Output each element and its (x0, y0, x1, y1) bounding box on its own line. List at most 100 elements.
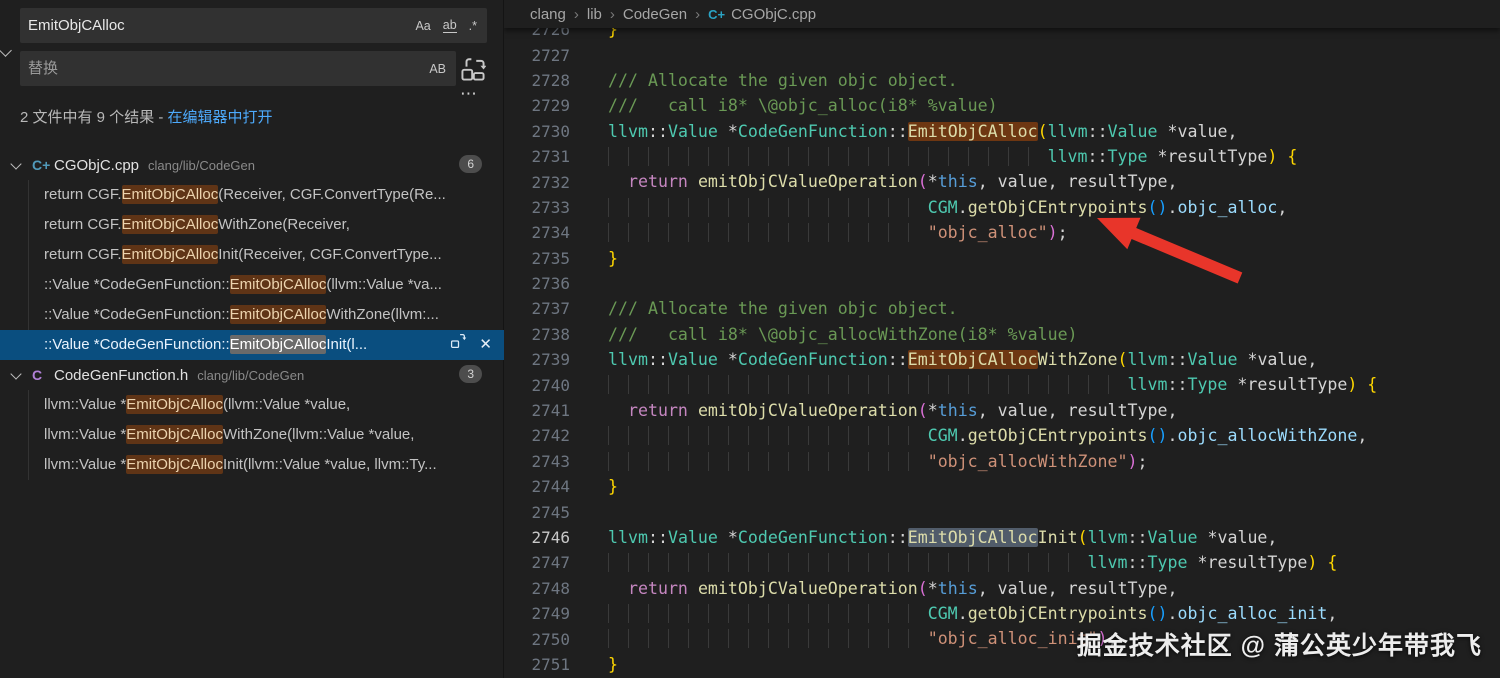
code-token: * (1227, 375, 1247, 394)
code-text[interactable]: } (608, 652, 618, 677)
line-number: 2729 (504, 96, 570, 115)
code-text[interactable]: } (608, 246, 618, 271)
code-token: ) (1048, 223, 1058, 242)
code-token: CGM (928, 426, 958, 445)
code-text[interactable]: /// call i8* \@objc_allocWithZone(i8* %v… (608, 322, 1078, 347)
code-line-2743[interactable]: 2743 "objc_allocWithZone"); (504, 449, 1500, 474)
code-token: getObjCEntrypoints (968, 198, 1148, 217)
code-text[interactable]: llvm::Value *CodeGenFunction::EmitObjCAl… (608, 525, 1277, 550)
code-text[interactable]: return emitObjCValueOperation(*this, val… (608, 576, 1178, 601)
match-case-icon[interactable]: Aa (415, 19, 430, 33)
code-token: :: (648, 528, 668, 547)
breadcrumb-item-lib[interactable]: lib (587, 6, 602, 23)
chevron-down-icon[interactable] (10, 158, 21, 169)
code-line-2739[interactable]: 2739llvm::Value *CodeGenFunction::EmitOb… (504, 347, 1500, 372)
code-text[interactable]: /// Allocate the given objc object. (608, 296, 958, 321)
code-line-2728[interactable]: 2728/// Allocate the given objc object. (504, 68, 1500, 93)
more-actions-button[interactable]: ⋯ (452, 84, 486, 106)
code-line-2745[interactable]: 2745 (504, 499, 1500, 524)
code-line-2749[interactable]: 2749 CGM.getObjCEntrypoints().objc_alloc… (504, 601, 1500, 626)
replace-all-icon[interactable] (460, 56, 488, 82)
search-results-tree: C+CGObjC.cppclang/lib/CodeGen6return CGF… (0, 150, 504, 480)
cpp-file-icon: C+ (708, 7, 725, 22)
file-row-codegenfunction-h[interactable]: CCodeGenFunction.hclang/lib/CodeGen3 (0, 360, 504, 390)
chevron-down-icon[interactable] (10, 368, 21, 379)
code-token: Type (1148, 553, 1188, 572)
code-text[interactable]: CGM.getObjCEntrypoints().objc_allocWithZ… (608, 423, 1367, 448)
code-text[interactable]: llvm::Type *resultType) { (608, 144, 1297, 169)
line-number: 2733 (504, 198, 570, 217)
code-line-2727[interactable]: 2727 (504, 42, 1500, 67)
preserve-case-icon[interactable]: AB (429, 62, 446, 76)
line-number: 2727 (504, 46, 570, 65)
code-line-2735[interactable]: 2735} (504, 246, 1500, 271)
code-token: CodeGenFunction (738, 122, 888, 141)
code-text[interactable]: "objc_alloc_init"); (608, 626, 1118, 651)
result-text: WithZone(llvm:... (326, 306, 439, 323)
code-line-2740[interactable]: 2740 llvm::Type *resultType) { (504, 372, 1500, 397)
search-panel: Aa ab .* AB ⋯ 2 文件中有 9 个结果 - 在编辑器中打开 C+C… (0, 0, 504, 678)
search-result-item[interactable]: llvm::Value *EmitObjCAllocWithZone(llvm:… (0, 420, 504, 450)
code-text[interactable]: llvm::Value *CodeGenFunction::EmitObjCAl… (608, 119, 1237, 144)
breadcrumb-file[interactable]: CGObjC.cpp (731, 6, 816, 23)
code-line-2738[interactable]: 2738/// call i8* \@objc_allocWithZone(i8… (504, 322, 1500, 347)
code-token: llvm (608, 350, 648, 369)
code-line-2730[interactable]: 2730llvm::Value *CodeGenFunction::EmitOb… (504, 119, 1500, 144)
search-result-item[interactable]: llvm::Value *EmitObjCAlloc(llvm::Value *… (0, 390, 504, 420)
code-line-2734[interactable]: 2734 "objc_alloc"); (504, 220, 1500, 245)
code-line-2747[interactable]: 2747 llvm::Type *resultType) { (504, 550, 1500, 575)
breadcrumb-item-codegen[interactable]: CodeGen (623, 6, 687, 23)
code-text[interactable]: return emitObjCValueOperation(*this, val… (608, 398, 1178, 423)
code-text[interactable]: llvm::Type *resultType) { (608, 550, 1337, 575)
code-line-2748[interactable]: 2748 return emitObjCValueOperation(*this… (504, 576, 1500, 601)
whole-word-icon[interactable]: ab (443, 18, 457, 33)
line-number: 2740 (504, 376, 570, 395)
code-text[interactable]: CGM.getObjCEntrypoints().objc_alloc, (608, 195, 1287, 220)
search-result-item[interactable]: return CGF.EmitObjCAlloc(Receiver, CGF.C… (0, 180, 504, 210)
code-line-2737[interactable]: 2737/// Allocate the given objc object. (504, 296, 1500, 321)
code-token: Value (668, 528, 718, 547)
search-result-item[interactable]: return CGF.EmitObjCAllocInit(Receiver, C… (0, 240, 504, 270)
search-result-item[interactable]: ::Value *CodeGenFunction::EmitObjCAllocI… (0, 330, 504, 360)
file-row-cgobjc-cpp[interactable]: C+CGObjC.cppclang/lib/CodeGen6 (0, 150, 504, 180)
code-text[interactable]: "objc_alloc"); (608, 220, 1068, 245)
line-number: 2747 (504, 553, 570, 572)
code-line-2731[interactable]: 2731 llvm::Type *resultType) { (504, 144, 1500, 169)
code-text[interactable]: return emitObjCValueOperation(*this, val… (608, 169, 1178, 194)
code-line-2742[interactable]: 2742 CGM.getObjCEntrypoints().objc_alloc… (504, 423, 1500, 448)
code-text[interactable]: CGM.getObjCEntrypoints().objc_alloc_init… (608, 601, 1337, 626)
replace-icon[interactable] (450, 330, 467, 360)
code-text[interactable]: /// call i8* \@objc_alloc(i8* %value) (608, 93, 998, 118)
search-result-item[interactable]: ::Value *CodeGenFunction::EmitObjCAllocW… (0, 300, 504, 330)
line-number: 2735 (504, 249, 570, 268)
breadcrumb-item-clang[interactable]: clang (530, 6, 566, 23)
code-text[interactable]: llvm::Value *CodeGenFunction::EmitObjCAl… (608, 347, 1317, 372)
code-text[interactable]: } (608, 474, 618, 499)
dismiss-icon[interactable]: ✕ (479, 330, 492, 360)
code-token: llvm (608, 122, 648, 141)
code-line-2741[interactable]: 2741 return emitObjCValueOperation(*this… (504, 398, 1500, 423)
code-token (688, 172, 698, 191)
code-line-2736[interactable]: 2736 (504, 271, 1500, 296)
code-area[interactable]: 2726}27272728/// Allocate the given objc… (504, 17, 1500, 678)
code-line-2733[interactable]: 2733 CGM.getObjCEntrypoints().objc_alloc… (504, 195, 1500, 220)
code-line-2746[interactable]: 2746llvm::Value *CodeGenFunction::EmitOb… (504, 525, 1500, 550)
search-result-item[interactable]: ::Value *CodeGenFunction::EmitObjCAlloc(… (0, 270, 504, 300)
code-token: ( (918, 579, 928, 598)
search-input[interactable] (20, 17, 409, 34)
code-text[interactable]: llvm::Type *resultType) { (608, 372, 1377, 397)
code-line-2729[interactable]: 2729 /// call i8* \@objc_alloc(i8* %value… (504, 93, 1500, 118)
editor-pane[interactable]: clang › lib › CodeGen › C+ CGObjC.cpp 27… (504, 0, 1500, 678)
search-result-item[interactable]: llvm::Value *EmitObjCAllocInit(llvm::Val… (0, 450, 504, 480)
replace-input[interactable] (20, 60, 423, 77)
code-text[interactable]: /// Allocate the given objc object. (608, 68, 958, 93)
regex-icon[interactable]: .* (469, 19, 477, 33)
code-text[interactable]: "objc_allocWithZone"); (608, 449, 1148, 474)
code-line-2732[interactable]: 2732 return emitObjCValueOperation(*this… (504, 169, 1500, 194)
code-line-2744[interactable]: 2744} (504, 474, 1500, 499)
search-result-item[interactable]: return CGF.EmitObjCAllocWithZone(Receive… (0, 210, 504, 240)
open-in-editor-link[interactable]: 在编辑器中打开 (168, 109, 273, 126)
code-token: :: (1168, 350, 1188, 369)
toggle-replace-chevron-icon[interactable] (1, 42, 10, 60)
code-token: * (718, 122, 738, 141)
